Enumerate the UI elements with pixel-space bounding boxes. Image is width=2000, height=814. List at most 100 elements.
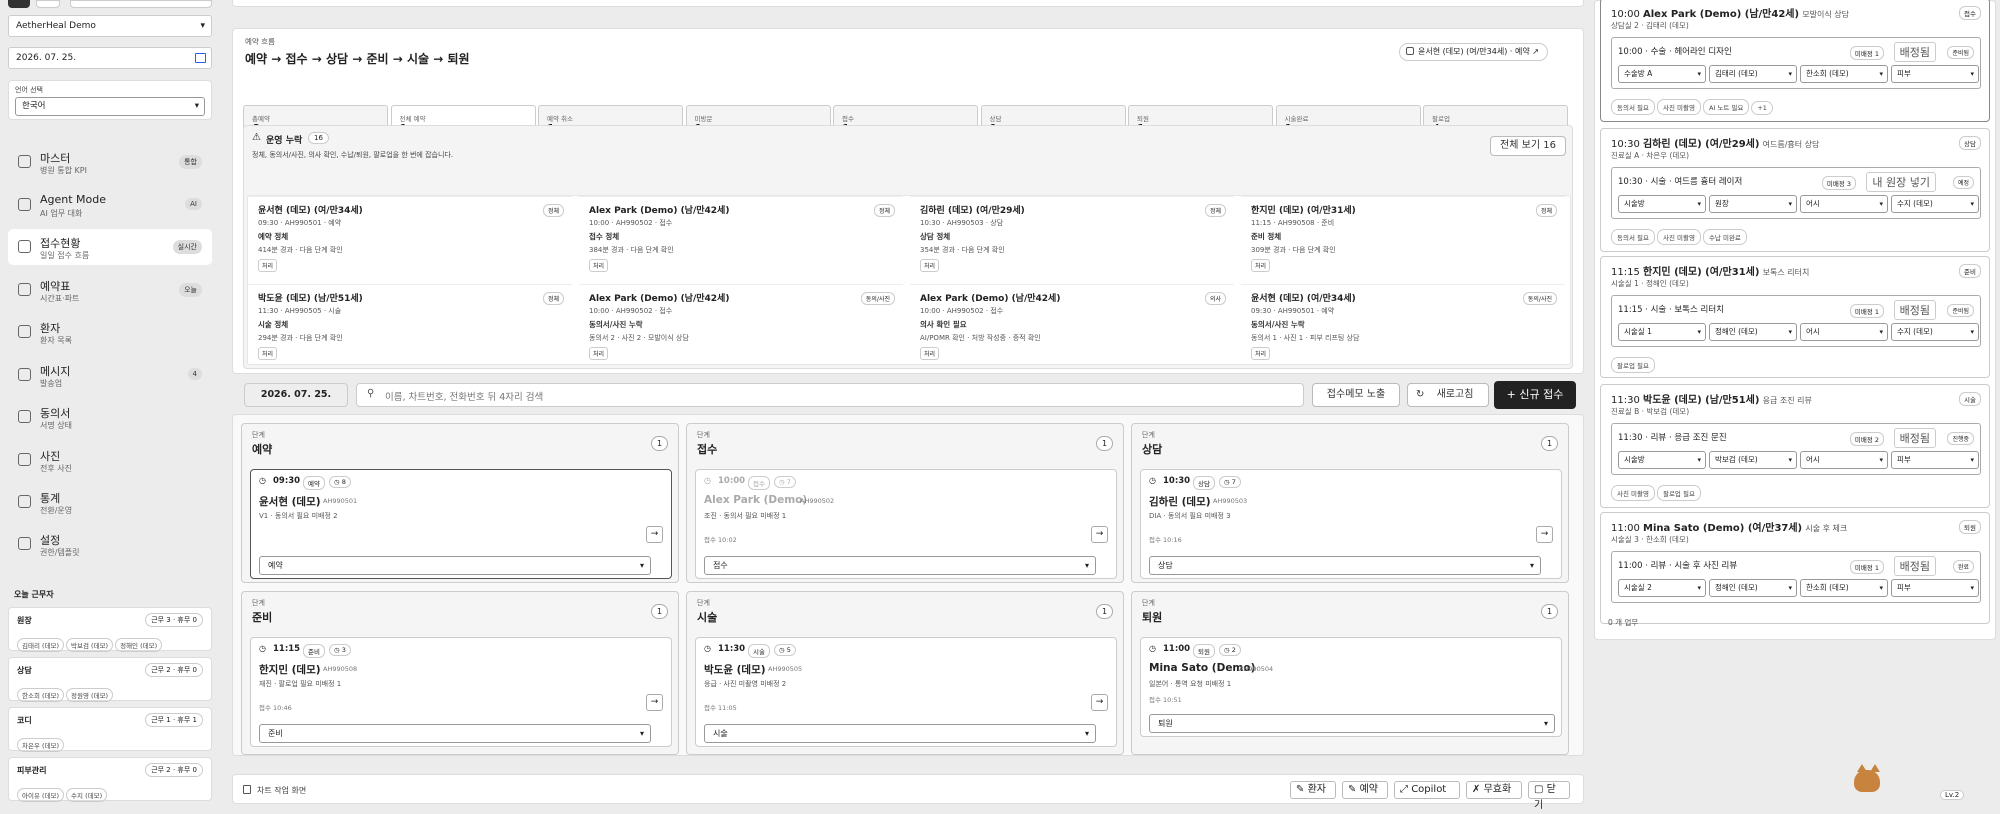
schedule-task[interactable]: 11:15 · 시술 · 보톡스 리터치 미배정 1 배정됨 준비됨 시술실 1 ▾ 정해인… xyxy=(1611,295,1981,347)
chart-bar-button[interactable]: ✎ 예약 xyxy=(1342,781,1388,799)
schedule-task[interactable]: 10:00 · 수술 · 헤어라인 디자인 미배정 1 배정됨 준비됨 수술방 A ▾ 김태… xyxy=(1611,37,1981,89)
toolbar-date[interactable]: 2026. 07. 25. xyxy=(244,383,348,407)
chart-bar-button[interactable]: ▢ 닫기 xyxy=(1528,781,1570,811)
ops-card[interactable]: Alex Park (Demo) (남/만42세) 의사 10:00 · AH990… xyxy=(910,284,1234,368)
schedule-chip[interactable]: 팔로업 필요 xyxy=(1656,485,1701,501)
ops-card[interactable]: 김하린 (데모) (여/만29세) 정체 10:30 · AH990503 · 상담… xyxy=(910,196,1234,280)
advance-arrow-button[interactable]: → xyxy=(646,694,663,711)
ops-card[interactable]: 박도윤 (데모) (남/만51세) 정체 11:30 · AH990505 · 시술… xyxy=(248,284,572,368)
assign-button[interactable]: 내 원장 넣기 xyxy=(1866,172,1936,192)
sidebar-item-1[interactable]: Agent Mode AI 업무 대화 AI xyxy=(8,187,212,223)
schedule-chip[interactable]: 사진 미촬영 xyxy=(1656,229,1701,245)
mascot-widget[interactable] xyxy=(1840,762,1892,800)
new-reception-button[interactable]: + 신규 접수 xyxy=(1494,381,1576,409)
staff-chip[interactable]: 박보검 (데모) xyxy=(66,638,114,652)
staff-chip[interactable]: 김태리 (데모) xyxy=(17,638,65,652)
sidebar-item-0[interactable]: 마스터 병원 통합 KPI 통합 xyxy=(8,144,212,180)
ops-card-action-button[interactable]: 처리 xyxy=(258,347,278,360)
schedule-chip[interactable]: 동의서 필요 xyxy=(1611,229,1655,245)
stage-select[interactable]: 시술 ▾ xyxy=(704,724,1096,743)
staff-chip[interactable]: 차은우 (데모) xyxy=(17,738,65,752)
staff-select[interactable]: 시술방 ▾ xyxy=(1618,195,1706,213)
patient-card[interactable]: 11:15 ◷ 준비 ◷ 3 한지민 (데모) AH990508 재진 · 팔로업 필요 미… xyxy=(250,637,672,747)
staff-select[interactable]: 어시 ▾ xyxy=(1800,195,1888,213)
stage-select[interactable]: 상담 ▾ xyxy=(1149,556,1541,575)
sidebar-item-6[interactable]: 동의서 서명 상태 xyxy=(8,399,212,435)
ops-card[interactable]: 윤서현 (데모) (여/만34세) 정체 09:30 · AH990501 · 예약… xyxy=(248,196,572,280)
advance-arrow-button[interactable]: → xyxy=(1091,694,1108,711)
staff-select[interactable]: 박보검 (데모) ▾ xyxy=(1709,451,1797,469)
staff-chip[interactable]: 한소희 (데모) xyxy=(17,688,65,702)
chart-bar-button[interactable]: ✎ 환자 xyxy=(1290,781,1336,799)
staff-select[interactable]: 어시 ▾ xyxy=(1800,451,1888,469)
staff-select[interactable]: 어시 ▾ xyxy=(1800,323,1888,341)
top-tab-dark[interactable] xyxy=(8,0,30,8)
ops-card-action-button[interactable]: 처리 xyxy=(920,259,940,272)
ops-card-action-button[interactable]: 처리 xyxy=(589,347,609,360)
language-select[interactable]: 한국어 ▾ xyxy=(15,97,205,116)
date-field[interactable]: 2026. 07. 25. xyxy=(8,47,212,69)
search-input[interactable]: ⚲ 이름, 차트번호, 전화번호 뒤 4자리 검색 xyxy=(356,383,1304,407)
top-search[interactable] xyxy=(70,0,212,8)
stage-select[interactable]: 준비 ▾ xyxy=(259,724,651,743)
ops-card-action-button[interactable]: 처리 xyxy=(258,259,278,272)
schedule-card[interactable]: 11:00 Mina Sato (Demo) (여/만37세) 시술 후 체크 시… xyxy=(1600,512,1990,624)
assign-button[interactable]: 배정됨 xyxy=(1893,428,1936,448)
schedule-chip[interactable]: 사진 미촬영 xyxy=(1611,485,1655,501)
staff-select[interactable]: 수지 (데모) ▾ xyxy=(1891,323,1979,341)
schedule-chip[interactable]: +1 xyxy=(1751,101,1773,115)
schedule-chip[interactable]: 팔로업 필요 xyxy=(1611,357,1655,373)
staff-select[interactable]: 피부 ▾ xyxy=(1891,579,1979,597)
staff-select[interactable]: 원장 ▾ xyxy=(1709,195,1797,213)
staff-select[interactable]: 정해인 (데모) ▾ xyxy=(1709,323,1797,341)
patient-card[interactable]: 11:00 ◷ 퇴원 ◷ 2 Mina Sato (Demo) AH990504 일본어 ·… xyxy=(1140,637,1562,737)
staff-select[interactable]: 한소희 (데모) ▾ xyxy=(1800,579,1888,597)
schedule-task[interactable]: 11:30 · 리뷰 · 응급 조진 문진 미배정 2 배정됨 진행중 시술방 ▾ 박보검 … xyxy=(1611,423,1981,475)
schedule-card[interactable]: 10:00 Alex Park (Demo) (남/만42세) 모발이식 상담 상… xyxy=(1600,0,1990,122)
chart-bar-button[interactable]: ⤢ Copilot xyxy=(1394,781,1460,799)
patient-card[interactable]: 10:00 ◷ 접수 ◷ 7 Alex Park (Demo) AH990502 조진 · … xyxy=(695,469,1117,579)
staff-chip[interactable]: 정원영 (데모) xyxy=(66,688,114,702)
sidebar-item-9[interactable]: 설정 권한/템플릿 xyxy=(8,526,212,562)
schedule-card[interactable]: 10:30 김하린 (데모) (여/만29세) 여드름/흉터 상담 진료실 A ·… xyxy=(1600,128,1990,252)
stage-select[interactable]: 퇴원 ▾ xyxy=(1149,714,1555,733)
sidebar-item-4[interactable]: 환자 환자 목록 xyxy=(8,314,212,350)
stage-select[interactable]: 접수 ▾ xyxy=(704,556,1096,575)
memo-toggle-button[interactable]: 접수메모 노출 xyxy=(1312,383,1400,407)
staff-select[interactable]: 김태리 (데모) ▾ xyxy=(1709,65,1797,83)
staff-select[interactable]: 시술방 ▾ xyxy=(1618,451,1706,469)
patient-card[interactable]: 11:30 ◷ 시술 ◷ 5 박도윤 (데모) AH990505 응급 · 사진 미촬영 미… xyxy=(695,637,1117,747)
staff-select[interactable]: 시술실 2 ▾ xyxy=(1618,579,1706,597)
ops-card[interactable]: Alex Park (Demo) (남/만42세) 정체 10:00 · AH990… xyxy=(579,196,903,280)
advance-arrow-button[interactable]: → xyxy=(1091,526,1108,543)
assign-button[interactable]: 배정됨 xyxy=(1893,300,1936,320)
staff-chip[interactable]: 정해인 (데모) xyxy=(115,638,163,652)
schedule-chip[interactable]: AI 노트 필요 xyxy=(1702,99,1750,115)
schedule-task[interactable]: 11:00 · 리뷰 · 시술 후 사진 리뷰 미배정 1 배정됨 완료 시술실 2 ▾ 정… xyxy=(1611,551,1981,603)
ops-card-action-button[interactable]: 처리 xyxy=(589,259,609,272)
advance-arrow-button[interactable]: → xyxy=(1536,526,1553,543)
patient-card[interactable]: 10:30 ◷ 상담 ◷ 7 김하린 (데모) AH990503 DIA · 동의서 필요 … xyxy=(1140,469,1562,579)
assign-button[interactable]: 배정됨 xyxy=(1893,42,1936,62)
advance-arrow-button[interactable]: → xyxy=(646,526,663,543)
sidebar-item-3[interactable]: 예약표 시간표·파트 오늘 xyxy=(8,272,212,308)
sidebar-item-7[interactable]: 사진 전후 사진 xyxy=(8,442,212,478)
ops-card[interactable]: Alex Park (Demo) (남/만42세) 동의/사진 10:00 · AH… xyxy=(579,284,903,368)
sidebar-item-5[interactable]: 메시지 발송업 4 xyxy=(8,357,212,393)
staff-select[interactable]: 피부 ▾ xyxy=(1891,451,1979,469)
schedule-card[interactable]: 11:15 한지민 (데모) (여/만31세) 보톡스 리터치 시술실 1 · 정… xyxy=(1600,256,1990,378)
assign-button[interactable]: 배정됨 xyxy=(1893,556,1936,576)
clinic-select[interactable]: AetherHeal Demo ▾ xyxy=(8,15,212,37)
schedule-chip[interactable]: 사진 미촬영 xyxy=(1656,99,1701,115)
staff-select[interactable]: 수지 (데모) ▾ xyxy=(1891,195,1979,213)
ops-card[interactable]: 윤서현 (데모) (여/만34세) 동의/사진 09:30 · AH990501 ·… xyxy=(1241,284,1565,368)
staff-select[interactable]: 수술방 A ▾ xyxy=(1618,65,1706,83)
ops-card-action-button[interactable]: 처리 xyxy=(920,347,940,360)
chart-bar-button[interactable]: ✗ 무효화 xyxy=(1466,781,1522,799)
stage-select[interactable]: 예약 ▾ xyxy=(259,556,651,575)
ops-card[interactable]: 한지민 (데모) (여/만31세) 정체 11:15 · AH990508 · 준비… xyxy=(1241,196,1565,280)
ops-card-action-button[interactable]: 처리 xyxy=(1251,347,1271,360)
sidebar-item-8[interactable]: 통계 전환/운영 xyxy=(8,484,212,520)
schedule-task[interactable]: 10:30 · 시술 · 여드름 흉터 레이저 미배정 3 내 원장 넣기 예정 시술방… xyxy=(1611,167,1981,219)
current-patient-chip[interactable]: 윤서현 (데모) (여/만34세) · 예약 ↗ xyxy=(1399,43,1548,61)
